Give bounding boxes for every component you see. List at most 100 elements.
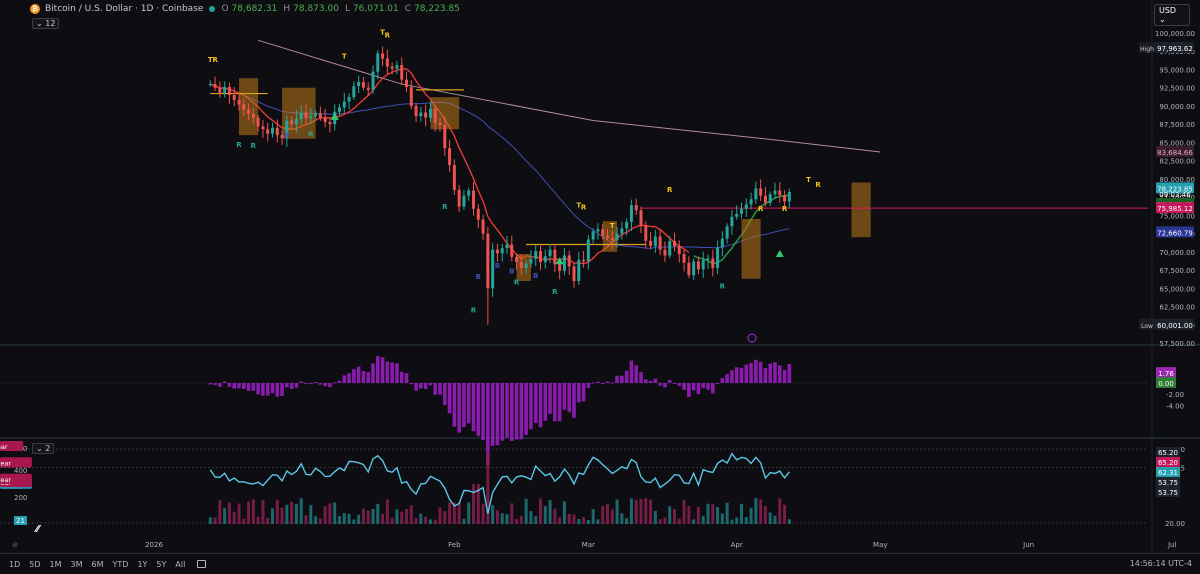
volume-bar: [601, 506, 605, 524]
osc-bar: [289, 383, 294, 390]
candle-body: [385, 58, 389, 67]
osc-bar: [222, 381, 227, 383]
candle-body: [653, 236, 657, 246]
osc-bar: [610, 382, 615, 384]
open-value: 78,682.31: [231, 4, 278, 14]
volume-bar: [787, 519, 791, 524]
volume-bar: [424, 516, 428, 524]
consolidation-band: [741, 219, 761, 279]
volume-bar: [433, 519, 437, 524]
candle-body: [409, 86, 413, 106]
volume-bar: [658, 519, 662, 524]
candle-body: [706, 258, 710, 260]
candle-body: [251, 113, 255, 118]
candle-body: [529, 259, 533, 264]
timeframe-3m[interactable]: 3M: [71, 560, 83, 569]
candle-body: [342, 101, 346, 108]
osc-bar: [758, 361, 763, 383]
candle-body: [280, 135, 284, 139]
candle-body: [299, 112, 303, 120]
candle-body: [318, 113, 322, 118]
ma-200-line: [257, 39, 881, 153]
utc-clock[interactable]: 14:56:14 UTC-4: [1130, 559, 1192, 568]
candle-body: [227, 86, 231, 95]
candle-body: [309, 116, 313, 119]
volume-bar: [634, 499, 638, 524]
rsi-value-tag: 65.20: [1158, 459, 1178, 467]
osc-bar: [332, 382, 337, 384]
osc-bar: [395, 363, 399, 383]
timeframe-5d[interactable]: 5D: [29, 560, 40, 569]
candle-body: [725, 226, 729, 239]
osc-bar: [643, 379, 648, 383]
candle-body: [701, 259, 705, 270]
calendar-icon[interactable]: [197, 560, 207, 568]
timeframe-1y[interactable]: 1Y: [137, 560, 147, 569]
volume-bar: [314, 516, 318, 524]
currency-selector[interactable]: USD ⌄: [1154, 4, 1190, 26]
osc-bar: [380, 357, 385, 383]
candle-body: [682, 254, 686, 263]
timeframe-1m[interactable]: 1M: [50, 560, 62, 569]
volume-bar: [606, 503, 609, 524]
symbol-title[interactable]: Bitcoin / U.S. Dollar · 1D · Coinbase: [45, 4, 203, 14]
osc-bar: [495, 383, 500, 446]
osc-bar: [366, 372, 371, 383]
osc-bar: [514, 383, 519, 440]
symbol-header: ₿ Bitcoin / U.S. Dollar · 1D · Coinbase …: [30, 4, 463, 14]
price-tick-label: 90,000.00: [1159, 103, 1195, 111]
volume-bar: [328, 503, 332, 524]
high-value-tag: 97,963.62: [1157, 45, 1193, 53]
signal-marker: R: [782, 205, 788, 213]
low-value-tag: 60,001.00: [1157, 322, 1193, 330]
volume-bar: [610, 509, 614, 524]
candle-body: [261, 126, 265, 130]
volume-bar: [500, 513, 504, 524]
timeframe-6m[interactable]: 6M: [92, 560, 104, 569]
volume-bar: [519, 515, 523, 524]
high-label: H: [283, 4, 291, 14]
volume-bar: [309, 505, 313, 524]
price-tick-label: 70,000.00: [1159, 249, 1195, 257]
rsi-collapse-toggle[interactable]: ⌄ 2: [32, 443, 55, 454]
volume-bar: [524, 498, 528, 524]
volume-bar: [735, 517, 739, 524]
volume-bar: [596, 519, 600, 524]
volume-bar: [467, 502, 471, 524]
osc-bar: [715, 383, 720, 384]
candle-body: [208, 84, 212, 86]
candle-body: [424, 112, 428, 118]
candle-body: [543, 256, 547, 263]
volume-bar: [271, 508, 274, 524]
close-value: 78,223.85: [414, 4, 460, 14]
open-label: O: [221, 4, 229, 14]
osc-bar: [567, 383, 572, 413]
volume-bar: [763, 506, 767, 524]
indicator-collapse-toggle[interactable]: ⌄ 12: [32, 18, 60, 29]
timeframe-5y[interactable]: 5Y: [156, 560, 166, 569]
osc-bar: [208, 383, 213, 385]
volume-bar: [371, 508, 375, 524]
osc-tick-label: -4.00: [1166, 402, 1184, 410]
volume-bar: [232, 511, 236, 524]
osc-bar: [596, 381, 600, 383]
signal-marker: R: [815, 181, 821, 189]
price-tick-label: 100,000.00: [1155, 30, 1195, 38]
timeframe-ytd[interactable]: YTD: [113, 560, 129, 569]
timeframe-all[interactable]: All: [175, 560, 185, 569]
volume-bar: [730, 519, 734, 524]
timeframe-1d[interactable]: 1D: [9, 560, 20, 569]
volume-bar: [706, 503, 710, 524]
volume-bar: [749, 507, 753, 524]
volume-bar: [649, 499, 653, 524]
candle-body: [338, 107, 341, 112]
candle-body: [582, 259, 586, 262]
candle-body: [433, 108, 437, 123]
osc-bar: [653, 378, 658, 383]
chart-canvas[interactable]: 100,000.0097,500.0095,000.0092,500.0090,…: [0, 0, 1200, 573]
signal-marker: T: [610, 222, 615, 230]
candle-body: [692, 261, 696, 276]
osc-bar: [337, 380, 342, 383]
low-label: L: [344, 4, 350, 14]
volume-bar: [562, 501, 566, 524]
